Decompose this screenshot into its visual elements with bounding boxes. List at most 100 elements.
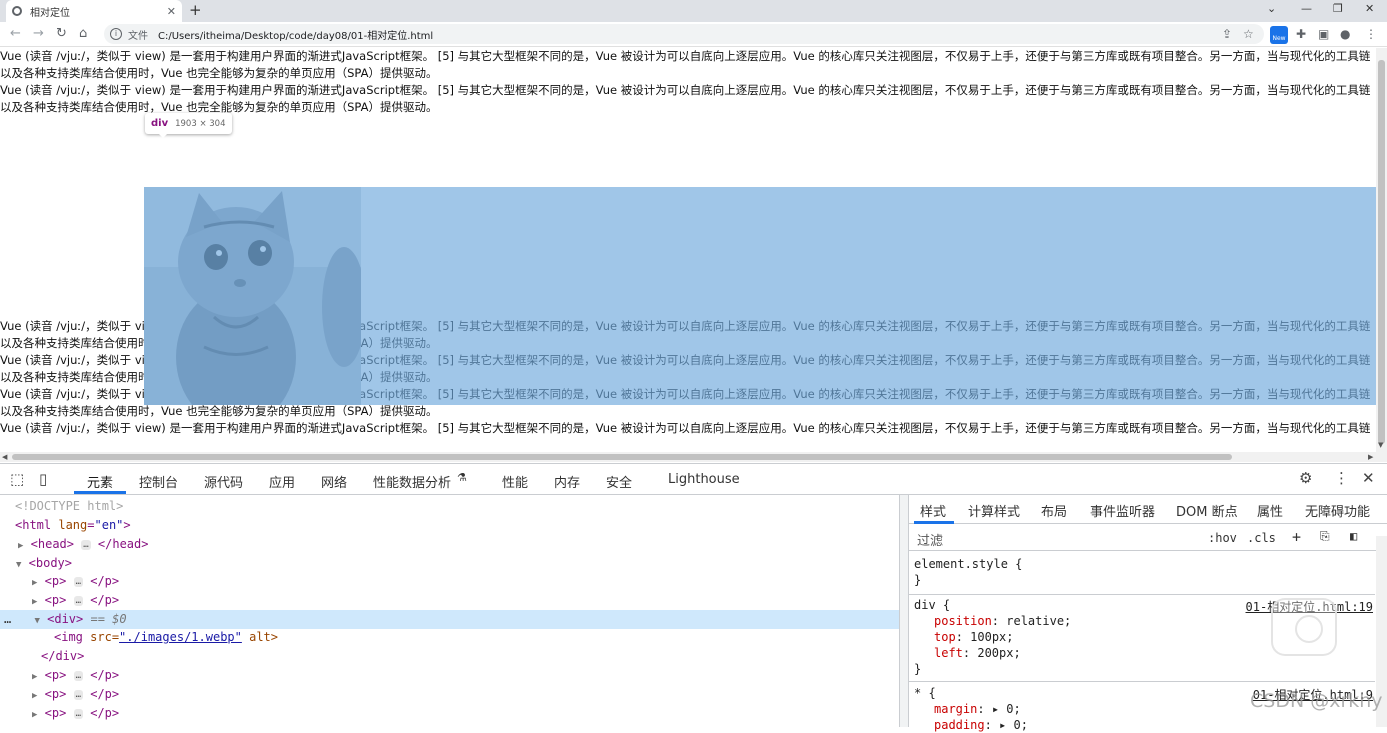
dom-p[interactable]: ▶ <p> … </p> (0, 591, 899, 610)
hov-toggle[interactable]: :hov (1208, 531, 1237, 545)
browser-tab[interactable]: 相对定位 ✕ (6, 0, 182, 22)
expand-arrow-icon[interactable]: ▶ (0, 541, 23, 551)
profile-icon[interactable]: ● (1340, 27, 1350, 41)
tab-sources[interactable]: 源代码 (204, 472, 243, 491)
subtab-layout[interactable]: 布局 (1041, 501, 1067, 520)
dom-div-close[interactable]: </div> (0, 647, 899, 666)
css-declaration[interactable]: margin: ▸ 0; (914, 701, 1028, 717)
css-value[interactable]: ▸ 0; (999, 718, 1028, 732)
sidepanel-icon[interactable]: ▣ (1318, 27, 1329, 41)
devtools-menu-icon[interactable]: ⋮ (1334, 469, 1349, 487)
css-declaration[interactable]: top: 100px; (914, 629, 1071, 645)
subtab-event-listeners[interactable]: 事件监听器 (1090, 501, 1155, 520)
collapsed-ellipsis[interactable]: … (73, 689, 83, 700)
tab-lighthouse[interactable]: Lighthouse (668, 472, 740, 487)
menu-icon[interactable]: ⋮ (1365, 27, 1377, 41)
collapsed-ellipsis[interactable]: … (73, 595, 83, 606)
css-value[interactable]: relative; (1006, 614, 1071, 628)
url-bar[interactable]: i 文件 C:/Users/itheima/Desktop/code/day08… (104, 24, 1264, 44)
scroll-left-icon[interactable]: ◀ (2, 453, 7, 461)
element-tooltip: div 1903 × 304 (145, 113, 232, 134)
element-style-rule[interactable]: element.style { } (914, 556, 1022, 588)
subtab-accessibility[interactable]: 无障碍功能 (1305, 501, 1370, 520)
row-menu-dots[interactable]: … (0, 612, 11, 626)
scroll-right-icon[interactable]: ▶ (1368, 453, 1373, 461)
dom-img[interactable]: <img src="./images/1.webp" alt> (0, 628, 899, 647)
settings-gear-icon[interactable]: ⚙ (1299, 469, 1312, 487)
css-value[interactable]: ▸ 0; (992, 702, 1021, 716)
css-declaration[interactable]: padding: ▸ 0; (914, 717, 1028, 733)
collapse-arrow-icon[interactable]: ▼ (18, 616, 39, 626)
close-tab-icon[interactable]: ✕ (167, 5, 176, 18)
scroll-down-icon[interactable]: ▼ (1378, 441, 1383, 449)
subtab-styles[interactable]: 样式 (920, 501, 946, 520)
tab-console[interactable]: 控制台 (139, 472, 178, 491)
inspect-element-icon[interactable]: ⬚ (10, 470, 24, 488)
collapsed-ellipsis[interactable]: … (73, 576, 83, 587)
tab-search-icon[interactable]: ⌄ (1267, 2, 1276, 15)
extensions-icon[interactable]: ✚ (1296, 27, 1306, 41)
star-rule[interactable]: * { margin: ▸ 0; padding: ▸ 0; (914, 685, 1028, 733)
maximize-icon[interactable]: ❐ (1333, 2, 1343, 15)
cls-toggle[interactable]: .cls (1247, 531, 1276, 545)
close-brace: } (914, 573, 922, 587)
css-declaration[interactable]: left: 200px; (914, 645, 1071, 661)
tab-performance-insights[interactable]: 性能数据分析 (373, 472, 451, 491)
panel-splitter[interactable] (899, 495, 909, 727)
close-devtools-icon[interactable]: ✕ (1362, 469, 1375, 487)
dom-doctype[interactable]: <!DOCTYPE html> (0, 497, 899, 516)
tab-security[interactable]: 安全 (606, 472, 632, 491)
tab-performance[interactable]: 性能 (502, 472, 528, 491)
dom-p[interactable]: ▶ <p> … </p> (0, 572, 899, 591)
forward-icon[interactable]: → (33, 26, 44, 41)
expand-arrow-icon[interactable]: ▶ (0, 710, 37, 720)
page-horizontal-scroll-thumb[interactable] (12, 454, 1232, 460)
expand-arrow-icon[interactable]: ▶ (0, 578, 37, 588)
subtab-computed[interactable]: 计算样式 (968, 501, 1020, 520)
tab-elements[interactable]: 元素 (87, 472, 113, 491)
home-icon[interactable]: ⌂ (79, 26, 87, 41)
dom-html[interactable]: <html lang="en"> (0, 516, 899, 535)
dom-body[interactable]: ▼ <body> (0, 554, 899, 573)
subtab-properties[interactable]: 属性 (1257, 501, 1283, 520)
page-vertical-scroll-thumb[interactable] (1378, 60, 1385, 444)
minimize-icon[interactable]: — (1301, 2, 1312, 15)
dom-p[interactable]: ▶ <p> … </p> (0, 685, 899, 704)
dom-p[interactable]: ▶ <p> … </p> (0, 704, 899, 723)
div-rule[interactable]: div { position: relative; top: 100px; le… (914, 597, 1071, 677)
share-icon[interactable]: ⇪ (1222, 27, 1232, 41)
expand-arrow-icon[interactable]: ▶ (0, 597, 37, 607)
add-rule-icon[interactable]: + (1292, 528, 1301, 546)
expand-arrow-icon[interactable]: ▶ (0, 691, 37, 701)
collapsed-ellipsis[interactable]: … (73, 670, 83, 681)
tab-network[interactable]: 网络 (321, 472, 347, 491)
toggle-sidebar-icon[interactable]: ◧ (1350, 529, 1357, 543)
lang-value: "en" (94, 518, 124, 532)
src-value-link[interactable]: "./images/1.webp" (119, 630, 242, 644)
tab-memory[interactable]: 内存 (554, 472, 580, 491)
info-icon[interactable]: i (110, 28, 122, 40)
css-value[interactable]: 200px; (977, 646, 1020, 660)
dom-div-selected[interactable]: … ▼ <div> == $0 (0, 610, 899, 629)
tab-application[interactable]: 应用 (269, 472, 295, 491)
collapse-arrow-icon[interactable]: ▼ (0, 560, 21, 570)
filter-input[interactable]: 过滤 (917, 530, 943, 549)
device-toolbar-icon[interactable]: ▯ (39, 470, 47, 488)
reload-icon[interactable]: ↻ (56, 26, 67, 41)
bookmark-star-icon[interactable]: ☆ (1243, 27, 1254, 41)
subtab-dom-breakpoints[interactable]: DOM 断点 (1176, 501, 1238, 520)
back-icon[interactable]: ← (10, 26, 21, 41)
new-tab-button[interactable]: + (189, 1, 202, 19)
video-play-overlay-icon[interactable] (1271, 598, 1337, 656)
close-window-icon[interactable]: ✕ (1365, 2, 1374, 15)
paint-icon[interactable]: ⎘ (1320, 529, 1330, 544)
dom-head[interactable]: ▶ <head> … </head> (0, 535, 899, 554)
css-value[interactable]: 100px; (970, 630, 1013, 644)
expand-arrow-icon[interactable]: ▶ (0, 672, 37, 682)
dom-p[interactable]: ▶ <p> … </p> (0, 666, 899, 685)
collapsed-ellipsis[interactable]: … (81, 539, 91, 550)
css-declaration[interactable]: position: relative; (914, 613, 1071, 629)
collapsed-ellipsis[interactable]: … (73, 708, 83, 719)
url-text[interactable]: C:/Users/itheima/Desktop/code/day08/01-相… (158, 27, 433, 42)
extension-new-badge[interactable]: New (1270, 26, 1288, 44)
